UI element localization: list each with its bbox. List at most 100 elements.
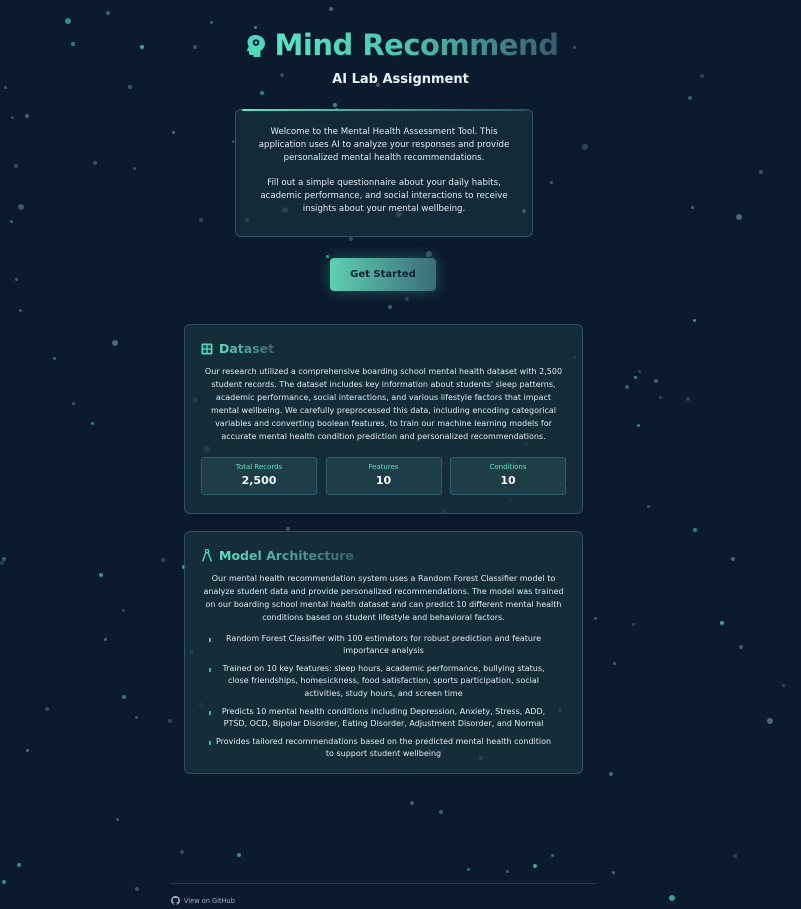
model-description: Our mental health recommendation system … [203, 574, 564, 622]
star-dot [18, 204, 24, 210]
star-dot [17, 863, 21, 867]
star-dot [720, 621, 724, 625]
stat-total-records: Total Records 2,500 [201, 457, 317, 496]
feature-text: Provides tailored recommendations based … [215, 736, 552, 759]
feature-text: Trained on 10 key features: sleep hours,… [222, 663, 545, 698]
star-dot [106, 11, 110, 15]
star-dot [135, 716, 138, 719]
star-dot [116, 818, 119, 821]
list-item: Random Forest Classifier with 100 estima… [201, 633, 566, 658]
dataset-description: Our research utilized a comprehensive bo… [204, 367, 563, 441]
star-dot [329, 7, 333, 11]
star-dot [135, 887, 139, 891]
star-dot [10, 220, 13, 223]
header: Mind Recommend AI Lab Assignment [0, 28, 801, 87]
star-dot [133, 167, 136, 170]
star-dot [15, 278, 18, 281]
star-dot [122, 695, 126, 699]
dataset-header: Dataset [201, 341, 566, 356]
star-dot [199, 218, 203, 222]
star-dot [14, 164, 18, 168]
star-dot [693, 528, 697, 532]
star-dot [506, 870, 509, 873]
star-dot [612, 871, 615, 874]
intro-paragraph: Fill out a simple questionnaire about yo… [260, 178, 508, 214]
list-item: Provides tailored recommendations based … [201, 736, 566, 761]
star-dot [349, 237, 353, 241]
star-dot [25, 114, 29, 118]
star-dot [2, 557, 6, 561]
star-dot [405, 297, 409, 301]
star-dot [647, 505, 650, 508]
star-dot [237, 853, 241, 857]
star-dot [533, 864, 537, 868]
star-dot [550, 181, 553, 184]
star-dot [736, 214, 742, 220]
star-dot [326, 255, 329, 258]
dataset-stats: Total Records 2,500 Features 10 Conditio… [201, 457, 566, 496]
stat-label: Conditions [489, 463, 527, 472]
star-dot [161, 558, 165, 562]
github-link[interactable]: View on GitHub [171, 896, 235, 905]
star-dot [637, 424, 640, 427]
star-dot [669, 895, 675, 901]
model-feature-list: Random Forest Classifier with 100 estima… [201, 633, 566, 761]
star-dot [172, 131, 175, 134]
star-dot [11, 116, 14, 119]
star-dot [693, 319, 696, 322]
star-dot [632, 623, 635, 626]
table-icon [201, 343, 213, 354]
stat-label: Total Records [235, 463, 283, 472]
star-dot [767, 718, 773, 724]
stat-value: 2,500 [241, 474, 277, 488]
stat-value: 10 [500, 474, 516, 488]
star-dot [609, 772, 613, 776]
star-dot [467, 868, 470, 871]
github-label[interactable]: View on GitHub [184, 897, 235, 905]
star-dot [688, 96, 692, 100]
star-dot [759, 170, 763, 174]
stat-conditions: Conditions 10 [450, 457, 566, 496]
bullet-marker [209, 667, 211, 672]
brand: Mind Recommend [243, 28, 559, 62]
stat-features: Features 10 [325, 457, 442, 496]
star-dot [634, 376, 637, 379]
star-dot [180, 850, 184, 854]
star-dot [551, 854, 554, 857]
subtitle: AI Lab Assignment [332, 72, 469, 87]
star-dot [582, 144, 588, 150]
star-dot [93, 161, 97, 165]
star-dot [53, 357, 56, 360]
footer-divider [170, 883, 597, 884]
stat-value: 10 [375, 474, 392, 488]
star-dot [686, 397, 690, 401]
model-card: Model Architecture Our mental health rec… [184, 531, 583, 774]
brain-gear-icon [246, 35, 265, 57]
star-dot [731, 557, 735, 561]
intro-card: Welcome to the Mental Health Assessment … [235, 109, 533, 237]
compass-icon [201, 549, 213, 562]
star-dot [654, 379, 658, 383]
star-dot [439, 810, 443, 814]
bullet-marker [209, 740, 211, 745]
star-dot [659, 396, 662, 399]
star-dot [65, 18, 71, 24]
star-dot [26, 749, 29, 752]
star-dot [613, 662, 616, 665]
star-dot [122, 609, 125, 612]
model-header: Model Architecture [201, 548, 566, 563]
dataset-card: Dataset Our research utilized a comprehe… [184, 324, 583, 514]
star-dot [2, 880, 6, 884]
star-dot [594, 617, 597, 620]
star-dot [638, 370, 641, 373]
star-dot [72, 402, 75, 405]
star-dot [410, 801, 414, 805]
feature-text: Predicts 10 mental health conditions inc… [221, 706, 546, 729]
dataset-title: Dataset [219, 341, 275, 356]
star-dot [733, 854, 737, 858]
star-dot [691, 206, 694, 209]
list-item: Trained on 10 key features: sleep hours,… [201, 663, 566, 701]
star-dot [19, 309, 22, 312]
get-started-button[interactable]: Get Started [330, 258, 436, 291]
intro-paragraph: Welcome to the Mental Health Assessment … [258, 127, 510, 163]
